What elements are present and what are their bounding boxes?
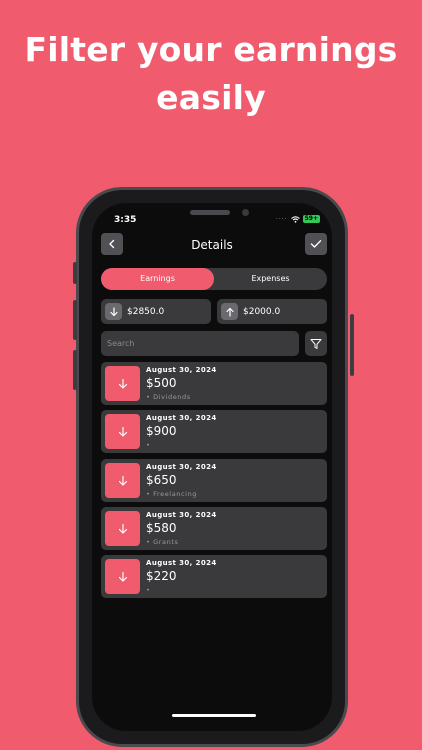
transaction-date: August 30, 2024 [146, 414, 217, 422]
income-arrow-icon [105, 414, 140, 449]
transaction-date: August 30, 2024 [146, 511, 217, 519]
front-camera [242, 209, 249, 216]
mute-switch [73, 262, 77, 284]
transaction-card[interactable]: August 30, 2024 $900 • [101, 410, 327, 453]
expense-total-value: $2000.0 [243, 306, 281, 317]
transaction-card[interactable]: August 30, 2024 $650 • Freelancing [101, 459, 327, 502]
speaker-grille [190, 210, 230, 215]
phone-frame: 3:35 ···· 59+ Details Earnings Expenses [73, 187, 354, 747]
tab-expenses[interactable]: Expenses [214, 268, 327, 290]
transaction-amount: $580 [146, 521, 177, 535]
transaction-card[interactable]: August 30, 2024 $220 • [101, 555, 327, 598]
home-indicator[interactable] [172, 714, 256, 717]
transaction-category: • Grants [146, 538, 179, 546]
status-time: 3:35 [114, 215, 137, 225]
power-button [350, 314, 354, 376]
confirm-button[interactable] [305, 233, 327, 255]
wifi-icon [290, 215, 300, 223]
status-icons: ···· 59+ [276, 215, 320, 223]
income-arrow-icon [105, 511, 140, 546]
filter-button[interactable] [305, 331, 327, 356]
income-total-box: $2850.0 [101, 299, 211, 324]
volume-up-button [73, 300, 77, 340]
headline-line-2: easily [156, 78, 266, 117]
income-total-value: $2850.0 [127, 306, 165, 317]
income-arrow-icon [105, 463, 140, 498]
battery-indicator: 59+ [302, 215, 320, 223]
income-arrow-icon [105, 559, 140, 594]
app-screen: 3:35 ···· 59+ Details Earnings Expenses [92, 203, 332, 731]
transaction-date: August 30, 2024 [146, 366, 217, 374]
signal-icon: ···· [275, 215, 288, 223]
tab-earnings[interactable]: Earnings [101, 268, 214, 290]
headline-line-1: Filter your earnings [24, 30, 398, 69]
earnings-expenses-toggle: Earnings Expenses [101, 268, 327, 290]
transaction-category: • Freelancing [146, 490, 198, 498]
headline: Filter your earnings easily [0, 26, 422, 122]
income-arrow-icon [105, 366, 140, 401]
transaction-category: • [146, 586, 151, 594]
transaction-card[interactable]: August 30, 2024 $580 • Grants [101, 507, 327, 550]
transaction-card[interactable]: August 30, 2024 $500 • Dividends [101, 362, 327, 405]
transaction-amount: $500 [146, 376, 177, 390]
transaction-date: August 30, 2024 [146, 559, 217, 567]
page-title: Details [191, 238, 233, 252]
search-input[interactable]: Search [101, 331, 299, 356]
transaction-amount: $220 [146, 569, 177, 583]
expense-total-box: $2000.0 [217, 299, 327, 324]
transaction-category: • Dividends [146, 393, 191, 401]
volume-down-button [73, 350, 77, 390]
checkmark-icon [310, 240, 322, 248]
arrow-down-icon [105, 303, 122, 320]
transaction-amount: $650 [146, 473, 177, 487]
transaction-category: • [146, 441, 151, 449]
arrow-up-icon [221, 303, 238, 320]
transaction-date: August 30, 2024 [146, 463, 217, 471]
filter-funnel-icon [310, 338, 322, 349]
transaction-amount: $900 [146, 424, 177, 438]
